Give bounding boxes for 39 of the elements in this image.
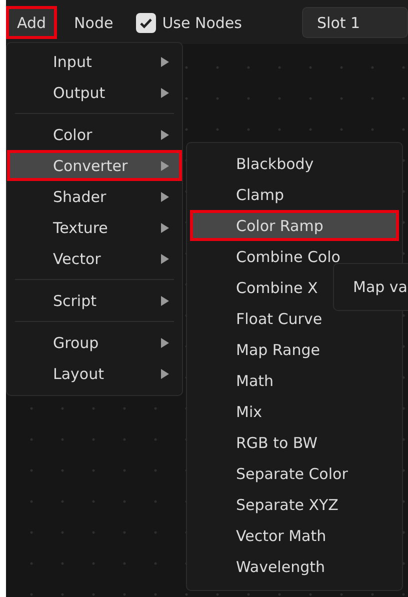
menu-item[interactable]: Vector: [7, 243, 182, 274]
menu-item[interactable]: Layout: [7, 358, 182, 389]
submenu-arrow-icon: [161, 130, 169, 140]
menu-item[interactable]: Input: [7, 46, 182, 77]
menu-item[interactable]: Mix: [190, 396, 399, 427]
submenu-arrow-icon: [161, 160, 169, 170]
submenu-arrow-icon: [161, 296, 169, 306]
menu-item[interactable]: Script: [7, 285, 182, 316]
tooltip-text: Map va: [353, 278, 408, 296]
menu-item[interactable]: Wavelength: [190, 551, 399, 582]
submenu-arrow-icon: [161, 222, 169, 232]
menu-item[interactable]: Color Ramp: [190, 210, 399, 241]
menu-item[interactable]: Group: [7, 327, 182, 358]
menu-button[interactable]: Node: [63, 6, 124, 39]
menu-item[interactable]: Clamp: [190, 179, 399, 210]
menu-item[interactable]: Vector Math: [190, 520, 399, 551]
menu-item[interactable]: Separate XYZ: [190, 489, 399, 520]
checkbox[interactable]: [136, 12, 156, 32]
submenu-arrow-icon: [161, 88, 169, 98]
menu-button[interactable]: Add: [6, 6, 58, 39]
submenu-arrow-icon: [161, 56, 169, 66]
menu-item[interactable]: Blackbody: [190, 148, 399, 179]
menu-item[interactable]: Float Curve: [190, 303, 399, 334]
menu-item[interactable]: Color: [7, 119, 182, 150]
checkbox-label: Use Nodes: [162, 14, 242, 32]
menu-item[interactable]: Separate Color: [190, 458, 399, 489]
submenu-arrow-icon: [161, 192, 169, 202]
menu-item[interactable]: Map Range: [190, 334, 399, 365]
submenu-arrow-icon: [161, 254, 169, 264]
menu-item[interactable]: Texture: [7, 212, 182, 243]
submenu-arrow-icon: [161, 368, 169, 378]
slot-dropdown[interactable]: Slot 1: [302, 7, 408, 38]
submenu-arrow-icon: [161, 338, 169, 348]
menu-item[interactable]: Shader: [7, 181, 182, 212]
menu-item[interactable]: Output: [7, 77, 182, 108]
menu-item[interactable]: RGB to BW: [190, 427, 399, 458]
menu-item[interactable]: Math: [190, 365, 399, 396]
menu-item[interactable]: Combine Colo: [190, 241, 399, 272]
menu-item[interactable]: Converter: [7, 150, 182, 181]
